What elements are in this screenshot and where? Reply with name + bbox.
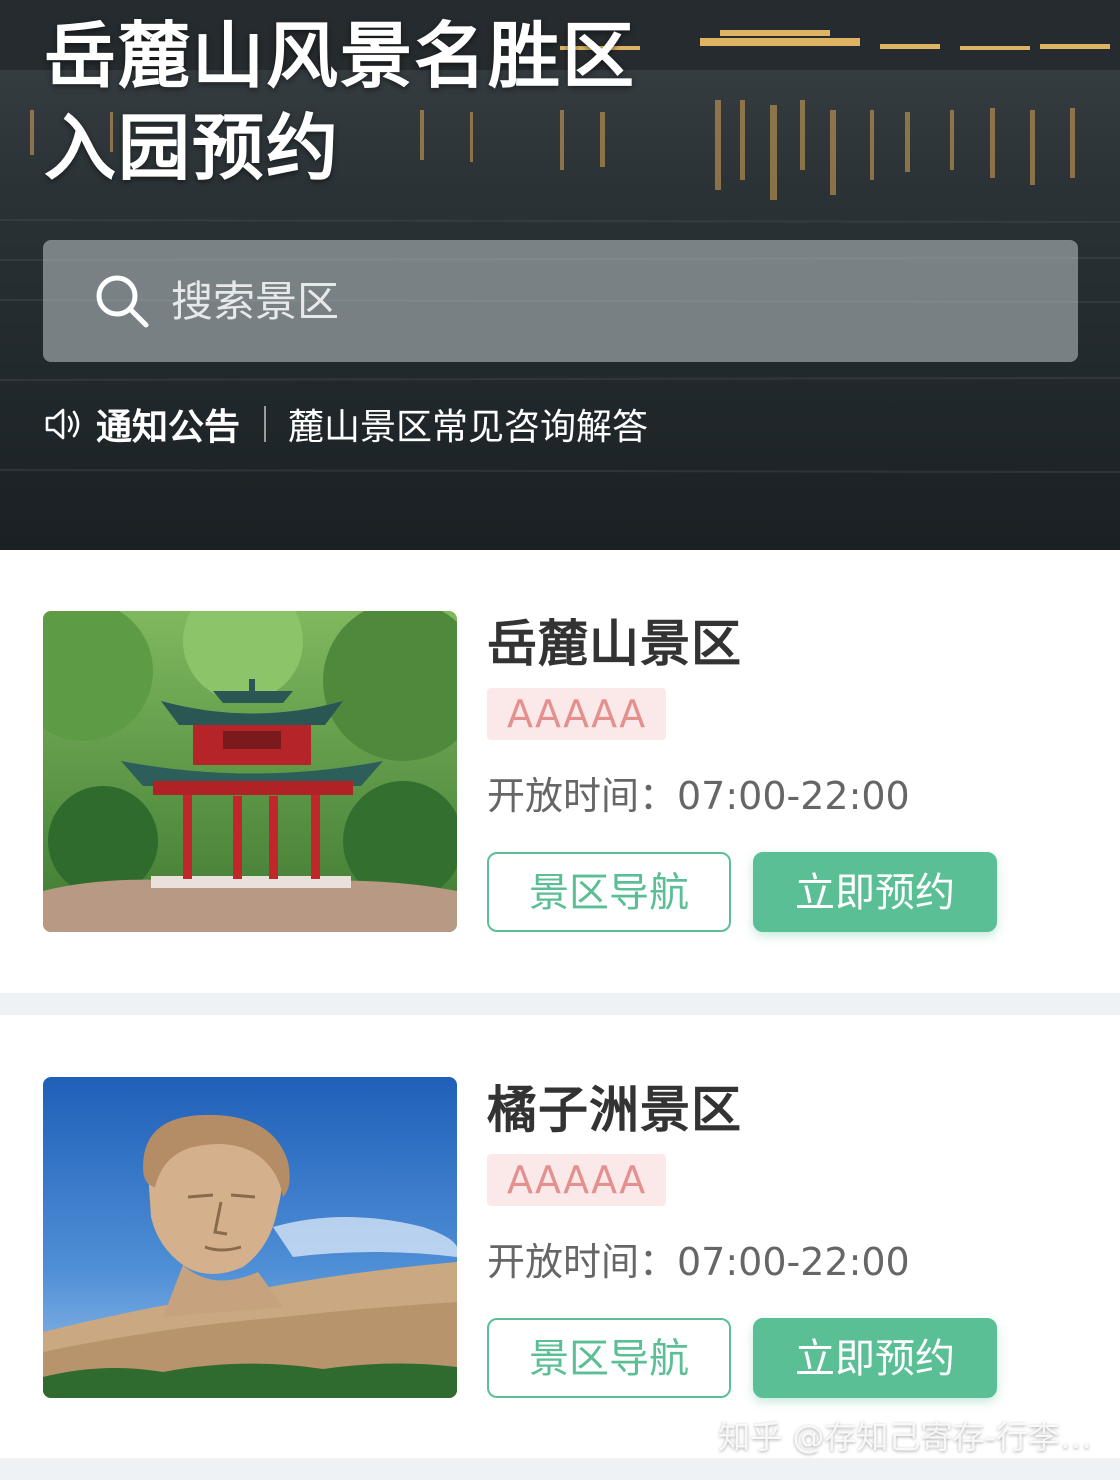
page-title-line1: 岳麓山风景名胜区 [44, 14, 637, 98]
notice-label: 通知公告 [96, 407, 241, 448]
book-now-button[interactable]: 立即预约 [753, 1318, 997, 1398]
card-divider [0, 993, 1120, 1015]
page-title: 岳麓山风景名胜区 入园预约 [44, 10, 636, 194]
scenic-name: 岳麓山景区 [487, 615, 742, 673]
page-title-line2: 入园预约 [44, 106, 341, 190]
speaker-icon [45, 408, 80, 440]
rating-badge: AAAAA [487, 688, 667, 740]
statue-image [43, 1077, 457, 1398]
card-divider [0, 1458, 1120, 1480]
scenic-card: 橘子洲景区 AAAAA 开放时间：07:00-22:00 景区导航 立即预约 [0, 1015, 1120, 1458]
book-now-button[interactable]: 立即预约 [753, 852, 997, 932]
navigation-button[interactable]: 景区导航 [487, 1318, 731, 1398]
scenic-photo-juzizhou[interactable] [43, 1077, 457, 1398]
scenic-name: 橘子洲景区 [487, 1081, 742, 1139]
navigation-button[interactable]: 景区导航 [487, 852, 731, 932]
opening-hours: 开放时间：07:00-22:00 [487, 1240, 910, 1284]
rating-badge: AAAAA [487, 1154, 667, 1206]
watermark: 知乎 @存知己寄存-行李… [718, 1418, 1092, 1456]
search-bar[interactable] [43, 240, 1078, 362]
notice-bar[interactable]: 通知公告 麓山景区常见咨询解答 [44, 398, 648, 450]
notice-divider [264, 406, 267, 442]
hero-banner: 岳麓山风景名胜区 入园预约 通知公告 麓山景区常见咨询解答 [0, 0, 1120, 550]
notice-link[interactable]: 麓山景区常见咨询解答 [288, 398, 648, 450]
pavilion-image [43, 611, 457, 932]
scenic-photo-yuelushan[interactable] [43, 611, 457, 932]
scenic-card: 岳麓山景区 AAAAA 开放时间：07:00-22:00 景区导航 立即预约 [0, 550, 1120, 993]
opening-hours: 开放时间：07:00-22:00 [487, 774, 910, 818]
search-icon [96, 275, 149, 328]
search-input[interactable] [169, 275, 969, 327]
